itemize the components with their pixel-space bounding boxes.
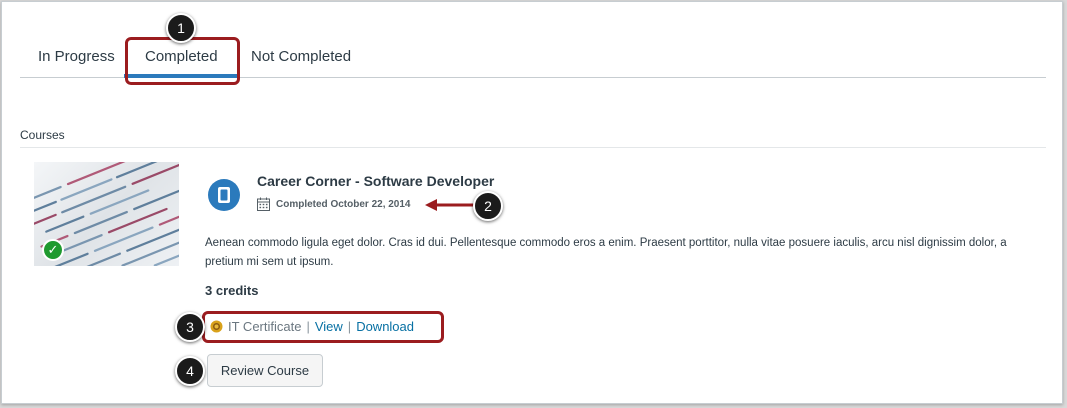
completed-check-icon: ✓ (42, 239, 64, 261)
section-heading: Courses (20, 128, 65, 142)
completion-date: Completed October 22, 2014 (276, 199, 411, 210)
certificate-name: IT Certificate (228, 319, 302, 334)
callout-badge-2: 2 (473, 191, 503, 221)
tab-not-completed[interactable]: Not Completed (251, 48, 351, 65)
certificate-seal-icon (210, 320, 223, 333)
callout-badge-3: 3 (175, 312, 205, 342)
calendar-icon (257, 197, 270, 211)
link-separator: | (347, 319, 352, 334)
tab-in-progress[interactable]: In Progress (38, 48, 115, 65)
arrow-left-icon (425, 199, 475, 211)
section-divider (20, 147, 1046, 148)
view-certificate-link[interactable]: View (315, 319, 343, 334)
certificate-row: IT Certificate | View | Download (210, 319, 414, 334)
link-separator: | (306, 319, 310, 334)
course-credits: 3 credits (205, 283, 259, 298)
review-course-button[interactable]: Review Course (207, 354, 323, 387)
callout-badge-4: 4 (175, 356, 205, 386)
course-icon (208, 179, 240, 211)
course-title[interactable]: Career Corner - Software Developer (257, 173, 494, 189)
download-certificate-link[interactable]: Download (356, 319, 414, 334)
course-description: Aenean commodo ligula eget dolor. Cras i… (205, 237, 1007, 268)
callout-badge-1: 1 (166, 13, 196, 43)
callout-highlight-tab (125, 37, 240, 85)
